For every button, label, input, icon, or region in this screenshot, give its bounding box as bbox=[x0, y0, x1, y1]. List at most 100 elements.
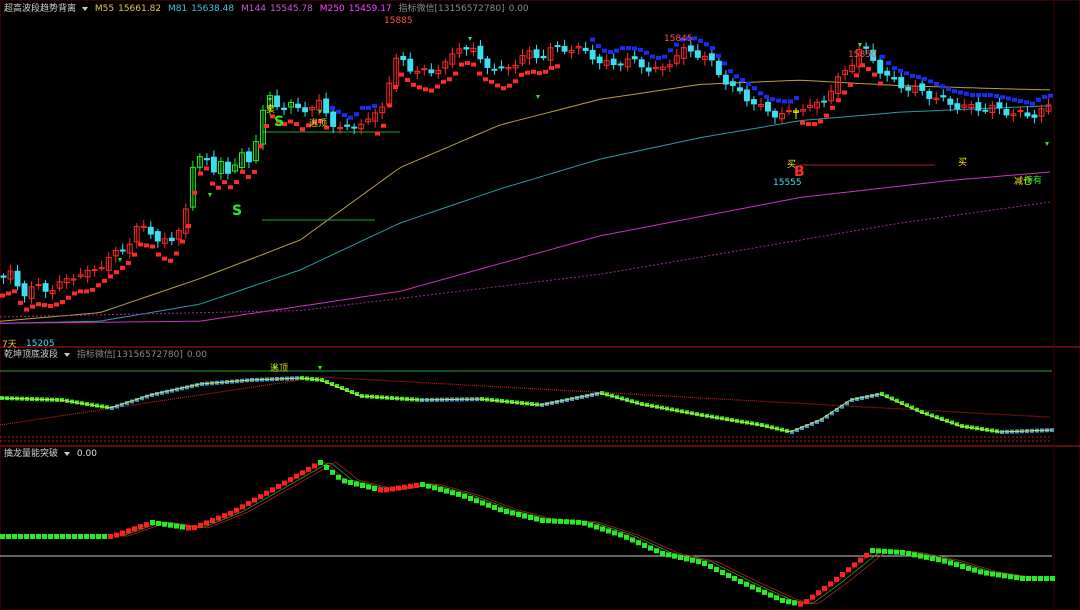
trend-block-up bbox=[156, 252, 161, 257]
sub2-energy-rising bbox=[408, 483, 413, 489]
trend-block-up bbox=[375, 131, 380, 136]
period-label: 7天 bbox=[2, 340, 17, 350]
sub2-energy-falling bbox=[702, 561, 707, 566]
sub1-indicator-name[interactable]: 乾坤顶底波段 bbox=[4, 350, 58, 360]
trend-block-down bbox=[952, 89, 957, 94]
sub2-energy-falling bbox=[90, 534, 95, 539]
sub2-energy-falling bbox=[456, 491, 461, 497]
candle-body bbox=[722, 74, 729, 85]
sub2-lag-line bbox=[0, 461, 1052, 605]
sub2-energy-falling bbox=[744, 581, 749, 587]
candle-body bbox=[302, 107, 309, 113]
sub2-energy-falling bbox=[888, 549, 893, 555]
trend-block-up bbox=[848, 82, 853, 87]
sub2-energy-falling bbox=[156, 520, 161, 526]
chevron-down-icon[interactable] bbox=[64, 451, 71, 456]
trend-block-up bbox=[806, 122, 811, 127]
down-arrow-icon bbox=[318, 366, 322, 370]
trend-block-up bbox=[12, 289, 17, 294]
trend-block-down bbox=[958, 90, 963, 95]
sub2-indicator-header: 擒龙量能突破 0.00 bbox=[4, 449, 101, 460]
sub2-energy-falling bbox=[1050, 576, 1055, 581]
trend-block-up bbox=[150, 244, 155, 249]
sub2-energy-rising bbox=[228, 510, 233, 516]
trend-block-up bbox=[54, 302, 59, 307]
sub2-energy-falling bbox=[36, 534, 41, 539]
candle-body bbox=[863, 46, 870, 49]
main-indicator-name[interactable]: 超高波段趋势背离 bbox=[4, 4, 76, 14]
trend-block-up bbox=[0, 293, 5, 298]
candle-body bbox=[147, 226, 154, 235]
sub2-energy-falling bbox=[984, 570, 989, 576]
sub2-energy-rising bbox=[822, 585, 827, 591]
sub2-energy-falling bbox=[972, 567, 977, 573]
sub2-energy-falling bbox=[630, 537, 635, 543]
down-arrow-icon bbox=[208, 193, 212, 197]
trend-block-down bbox=[662, 54, 667, 59]
chevron-down-icon[interactable] bbox=[82, 6, 89, 11]
trend-block-up bbox=[818, 119, 823, 124]
trend-block-up bbox=[90, 287, 95, 292]
trend-block-up bbox=[60, 300, 65, 304]
sub2-energy-falling bbox=[792, 600, 797, 606]
trend-block-down bbox=[904, 71, 909, 76]
down-arrow-icon bbox=[118, 258, 122, 262]
high-label-15850: 15850 bbox=[848, 50, 877, 60]
trend-block-up bbox=[36, 302, 41, 307]
sub2-energy-falling bbox=[438, 486, 443, 492]
sub2-energy-rising bbox=[240, 504, 245, 510]
sub2-energy-rising bbox=[810, 594, 815, 600]
chart-canvas[interactable] bbox=[0, 0, 1080, 610]
sub1-wechat-label: 指标微信[13156572780] bbox=[76, 350, 183, 360]
trend-block-up bbox=[525, 70, 530, 75]
sub2-energy-falling bbox=[318, 460, 323, 465]
down-arrow-icon bbox=[858, 43, 862, 47]
sub2-energy-falling bbox=[612, 530, 617, 536]
ma-m55-value: 15661.82 bbox=[118, 4, 162, 14]
candle-body bbox=[884, 70, 891, 76]
sub2-energy-falling bbox=[168, 522, 173, 528]
sub2-energy-falling bbox=[942, 558, 947, 564]
sub2-energy-falling bbox=[522, 513, 527, 519]
s-signal-1: S bbox=[274, 114, 285, 130]
trend-block-down bbox=[668, 48, 673, 53]
sub2-energy-rising bbox=[186, 525, 191, 531]
sub2-energy-falling bbox=[18, 534, 23, 539]
candle-body bbox=[617, 63, 624, 66]
trend-block-up bbox=[132, 252, 137, 257]
trend-block-up bbox=[501, 86, 506, 91]
candle-body bbox=[400, 56, 407, 61]
trend-block-up bbox=[477, 71, 482, 76]
sub2-energy-falling bbox=[936, 557, 941, 563]
chevron-down-icon[interactable] bbox=[64, 352, 71, 357]
sub2-indicator-name[interactable]: 擒龙量能突破 bbox=[4, 449, 58, 459]
main-indicator-header: 超高波段趋势背离 M55 15661.82 M81 15638.48 M144 155… bbox=[4, 4, 533, 15]
sub2-energy-falling bbox=[516, 512, 521, 517]
candle-body bbox=[119, 249, 126, 252]
trend-block-up bbox=[288, 119, 293, 124]
trend-block-up bbox=[842, 90, 847, 95]
sub2-energy-rising bbox=[858, 557, 863, 563]
ma-m144-value: 15545.78 bbox=[269, 4, 313, 14]
trend-block-up bbox=[258, 144, 263, 149]
sub2-energy-falling bbox=[678, 555, 683, 561]
sub2-energy-falling bbox=[720, 570, 725, 575]
trend-block-up bbox=[543, 69, 548, 74]
trend-block-up bbox=[453, 71, 458, 76]
trend-block-down bbox=[1030, 101, 1035, 106]
buy-signal-label-2: 买 bbox=[958, 158, 968, 168]
sub2-energy-falling bbox=[588, 522, 593, 528]
trend-block-up bbox=[830, 105, 835, 110]
candle-body bbox=[344, 124, 351, 127]
candle-body bbox=[421, 68, 428, 71]
trend-block-down bbox=[632, 46, 637, 51]
sub2-lag-line bbox=[0, 461, 1052, 605]
sub2-energy-rising bbox=[390, 486, 395, 492]
sub2-energy-falling bbox=[666, 552, 671, 558]
sub2-energy-rising bbox=[300, 470, 305, 476]
trend-block-up bbox=[411, 82, 416, 87]
candle-body bbox=[224, 161, 231, 174]
trend-block-up bbox=[126, 261, 131, 266]
sub2-energy-falling bbox=[774, 595, 779, 601]
trend-block-down bbox=[734, 74, 739, 79]
